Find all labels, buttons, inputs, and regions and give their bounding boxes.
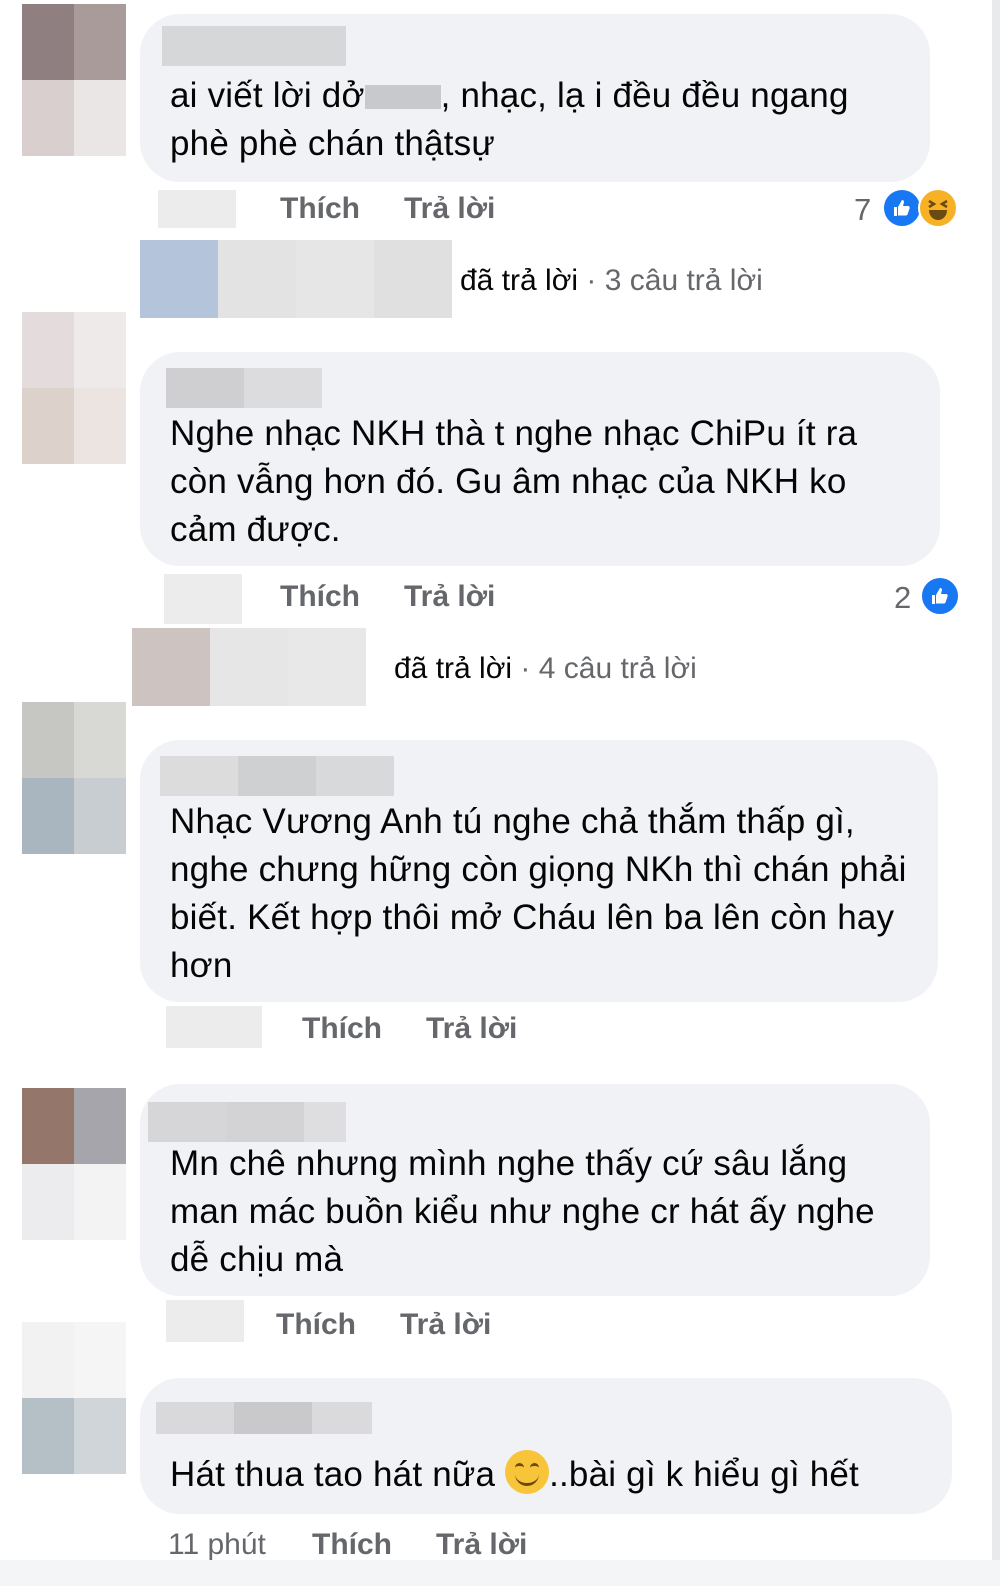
reply-count: 3 câu trả lời	[604, 264, 763, 297]
comment-timestamp[interactable]	[166, 1006, 262, 1048]
avatar[interactable]	[22, 4, 126, 156]
comment-text: Hát thua tao hát nữa ..bài gì k hiểu gì …	[170, 1450, 928, 1499]
reaction-count: 7	[854, 192, 872, 227]
reply-count: 4 câu trả lời	[538, 652, 697, 685]
like-button[interactable]: Thích	[280, 192, 360, 226]
replied-label: đã trả lời	[460, 264, 579, 297]
view-replies-link[interactable]: đã trả lời · 4 câu trả lời	[132, 628, 772, 706]
like-icon	[882, 188, 922, 228]
commenter-name[interactable]	[160, 756, 394, 796]
comment-actions: Thích Trả lời	[166, 1300, 666, 1342]
comment-text: ai viết lời dở, nhạc, lạ i đều đều ngang…	[170, 76, 849, 163]
reaction-summary[interactable]: 7	[854, 188, 964, 232]
like-button[interactable]: Thích	[280, 580, 360, 614]
comment-text: Mn chê nhưng mình nghe thấy cứ sâu lắng …	[170, 1144, 875, 1279]
comment-bubble: Nhạc Vương Anh tú nghe chả thắm thấp gì,…	[140, 740, 938, 1002]
reply-button[interactable]: Trả lời	[426, 1012, 517, 1046]
reply-button[interactable]: Trả lời	[436, 1528, 527, 1562]
avatar[interactable]	[22, 1088, 126, 1240]
replied-label: đã trả lời	[394, 652, 513, 685]
avatar[interactable]	[22, 1322, 126, 1474]
comment-text: Nhạc Vương Anh tú nghe chả thắm thấp gì,…	[170, 802, 907, 985]
haha-icon	[918, 188, 958, 228]
comment-text: Nghe nhạc NKH thà t nghe nhạc ChiPu ít r…	[170, 414, 858, 549]
reply-button[interactable]: Trả lời	[404, 580, 495, 614]
comment-actions: Thích Trả lời	[164, 574, 664, 624]
comment-bubble: Hát thua tao hát nữa ..bài gì k hiểu gì …	[140, 1378, 952, 1514]
avatar[interactable]	[22, 702, 126, 854]
redacted-word	[364, 85, 441, 109]
comment-timestamp[interactable]	[164, 574, 242, 624]
commenter-name[interactable]	[148, 1102, 346, 1142]
bottom-frame-edge	[0, 1560, 1000, 1586]
right-frame-edge	[992, 0, 1000, 1586]
like-button[interactable]: Thích	[312, 1528, 392, 1562]
reaction-count: 2	[894, 580, 912, 615]
like-button[interactable]: Thích	[302, 1012, 382, 1046]
commenter-name[interactable]	[162, 26, 346, 66]
like-icon	[920, 576, 960, 616]
reply-button[interactable]: Trả lời	[400, 1308, 491, 1342]
reaction-summary[interactable]: 2	[894, 576, 964, 620]
commenter-name[interactable]	[156, 1402, 372, 1442]
reply-avatar	[140, 240, 218, 318]
comment-actions: Thích Trả lời	[166, 1006, 666, 1048]
comment-bubble: ai viết lời dở, nhạc, lạ i đều đều ngang…	[140, 14, 930, 182]
smiling-face-emoji	[505, 1450, 550, 1494]
view-replies-link[interactable]: đã trả lời · 3 câu trả lời	[140, 240, 840, 318]
commenter-name[interactable]	[166, 368, 322, 408]
comment-timestamp[interactable]	[158, 190, 236, 228]
reply-avatar	[132, 628, 210, 706]
comment-actions: Thích Trả lời	[158, 190, 658, 230]
avatar[interactable]	[22, 312, 126, 464]
comment-timestamp[interactable]: 11 phút	[168, 1528, 266, 1562]
comment-timestamp[interactable]	[166, 1300, 244, 1342]
like-button[interactable]: Thích	[276, 1308, 356, 1342]
comment-bubble: Nghe nhạc NKH thà t nghe nhạc ChiPu ít r…	[140, 352, 940, 566]
comment-bubble: Mn chê nhưng mình nghe thấy cứ sâu lắng …	[140, 1084, 930, 1296]
reply-button[interactable]: Trả lời	[404, 192, 495, 226]
